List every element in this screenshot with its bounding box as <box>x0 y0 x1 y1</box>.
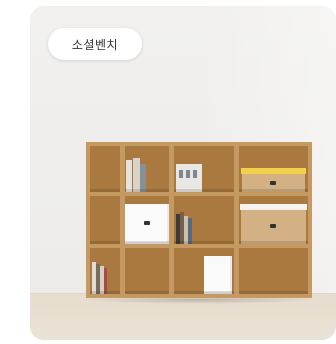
books <box>186 170 190 178</box>
books <box>176 164 202 192</box>
books <box>126 160 132 192</box>
box-handle <box>144 221 150 225</box>
shelf-cell <box>90 146 120 192</box>
shelf-cell <box>239 146 308 192</box>
box-handle <box>270 224 276 228</box>
shelf-cell <box>90 196 120 244</box>
storage-box <box>204 256 232 294</box>
books <box>133 158 140 192</box>
category-badge[interactable]: 소셜벤치 <box>48 28 142 60</box>
shelf-cell <box>125 196 169 244</box>
shelf-cell <box>174 196 234 244</box>
shelf-cell <box>174 146 234 192</box>
shelf-cell <box>90 248 120 294</box>
books <box>104 268 107 294</box>
bookshelf-image <box>86 142 312 298</box>
shelf-cell <box>125 146 169 192</box>
storage-box <box>242 174 305 192</box>
books <box>179 170 183 178</box>
shelf-cell <box>239 248 308 294</box>
box-handle <box>270 181 276 185</box>
books <box>188 218 192 244</box>
books <box>193 170 197 178</box>
shelf-cell <box>125 248 169 294</box>
storage-box <box>125 204 169 244</box>
storage-box <box>241 210 306 244</box>
shelf-cell <box>174 248 234 294</box>
category-badge-label: 소셜벤치 <box>71 37 119 52</box>
shelf-cell <box>239 196 308 244</box>
books <box>140 164 146 192</box>
